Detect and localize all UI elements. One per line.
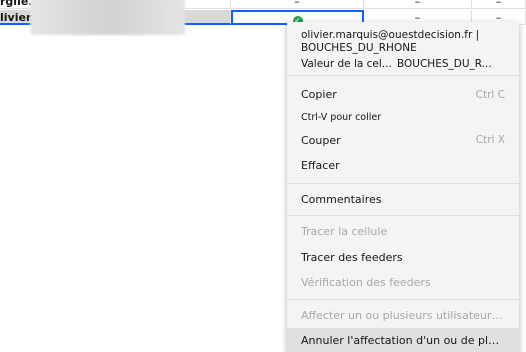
menu-item-label: Tracer des feeders	[301, 250, 403, 264]
menu-item-label: Copier	[301, 88, 337, 102]
menu-group-assign: Affecter un ou plusieurs utilisateurs à …	[287, 300, 519, 352]
cell-info-email: olivier.marquis@ouestdecision.fr |	[301, 29, 480, 41]
menu-item-trace-cell: Tracer la cellule	[287, 219, 519, 245]
grid-cell[interactable]: –	[231, 0, 364, 9]
menu-item-copy[interactable]: Copier Ctrl C	[287, 82, 519, 108]
menu-item-label: Annuler l'affectation d'un ou de plusie.…	[301, 334, 505, 348]
paste-hint: Ctrl-V pour coller	[301, 111, 382, 123]
menu-item-comments[interactable]: Commentaires	[287, 187, 519, 213]
menu-item-cut[interactable]: Couper Ctrl X	[287, 128, 519, 154]
menu-item-label: Commentaires	[301, 192, 382, 206]
menu-item-label: Couper	[301, 133, 341, 147]
menu-group-trace: Tracer la cellule Tracer des feeders Vér…	[287, 216, 519, 299]
cell-value-row: Valeur de la cel... BOUCHES_DU_R...	[301, 58, 505, 71]
menu-item-trace-feeders[interactable]: Tracer des feeders	[287, 245, 519, 271]
cell-info: olivier.marquis@ouestdecision.fr | BOUCH…	[287, 22, 519, 75]
menu-item-unassign[interactable]: Annuler l'affectation d'un ou de plusie.…	[287, 328, 519, 352]
menu-item-label: Vérification des feeders	[301, 276, 431, 290]
menu-item-assign-users: Affecter un ou plusieurs utilisateurs à …	[287, 303, 519, 329]
redacted-blur	[30, 0, 185, 35]
shortcut-text: Ctrl C	[475, 88, 505, 101]
menu-item-label: Effacer	[301, 159, 340, 173]
grid-cell[interactable]: –	[472, 0, 526, 9]
menu-item-label: Affecter un ou plusieurs utilisateurs à …	[301, 308, 505, 322]
shortcut-text: Ctrl X	[475, 134, 505, 147]
cell-info-region: BOUCHES_DU_RHONE	[301, 42, 417, 54]
menu-item-clear[interactable]: Effacer	[287, 153, 519, 179]
cell-value-text: BOUCHES_DU_R...	[397, 58, 492, 70]
menu-item-label: Tracer la cellule	[301, 225, 388, 239]
cell-value-label: Valeur de la cel...	[301, 58, 392, 70]
menu-item-check-feeders: Vérification des feeders	[287, 270, 519, 296]
context-menu: olivier.marquis@ouestdecision.fr | BOUCH…	[287, 22, 519, 352]
menu-group-comments: Commentaires	[287, 184, 519, 216]
grid-cell[interactable]: –	[364, 0, 472, 9]
menu-group-clipboard: Copier Ctrl C Ctrl-V pour coller Couper …	[287, 76, 519, 183]
